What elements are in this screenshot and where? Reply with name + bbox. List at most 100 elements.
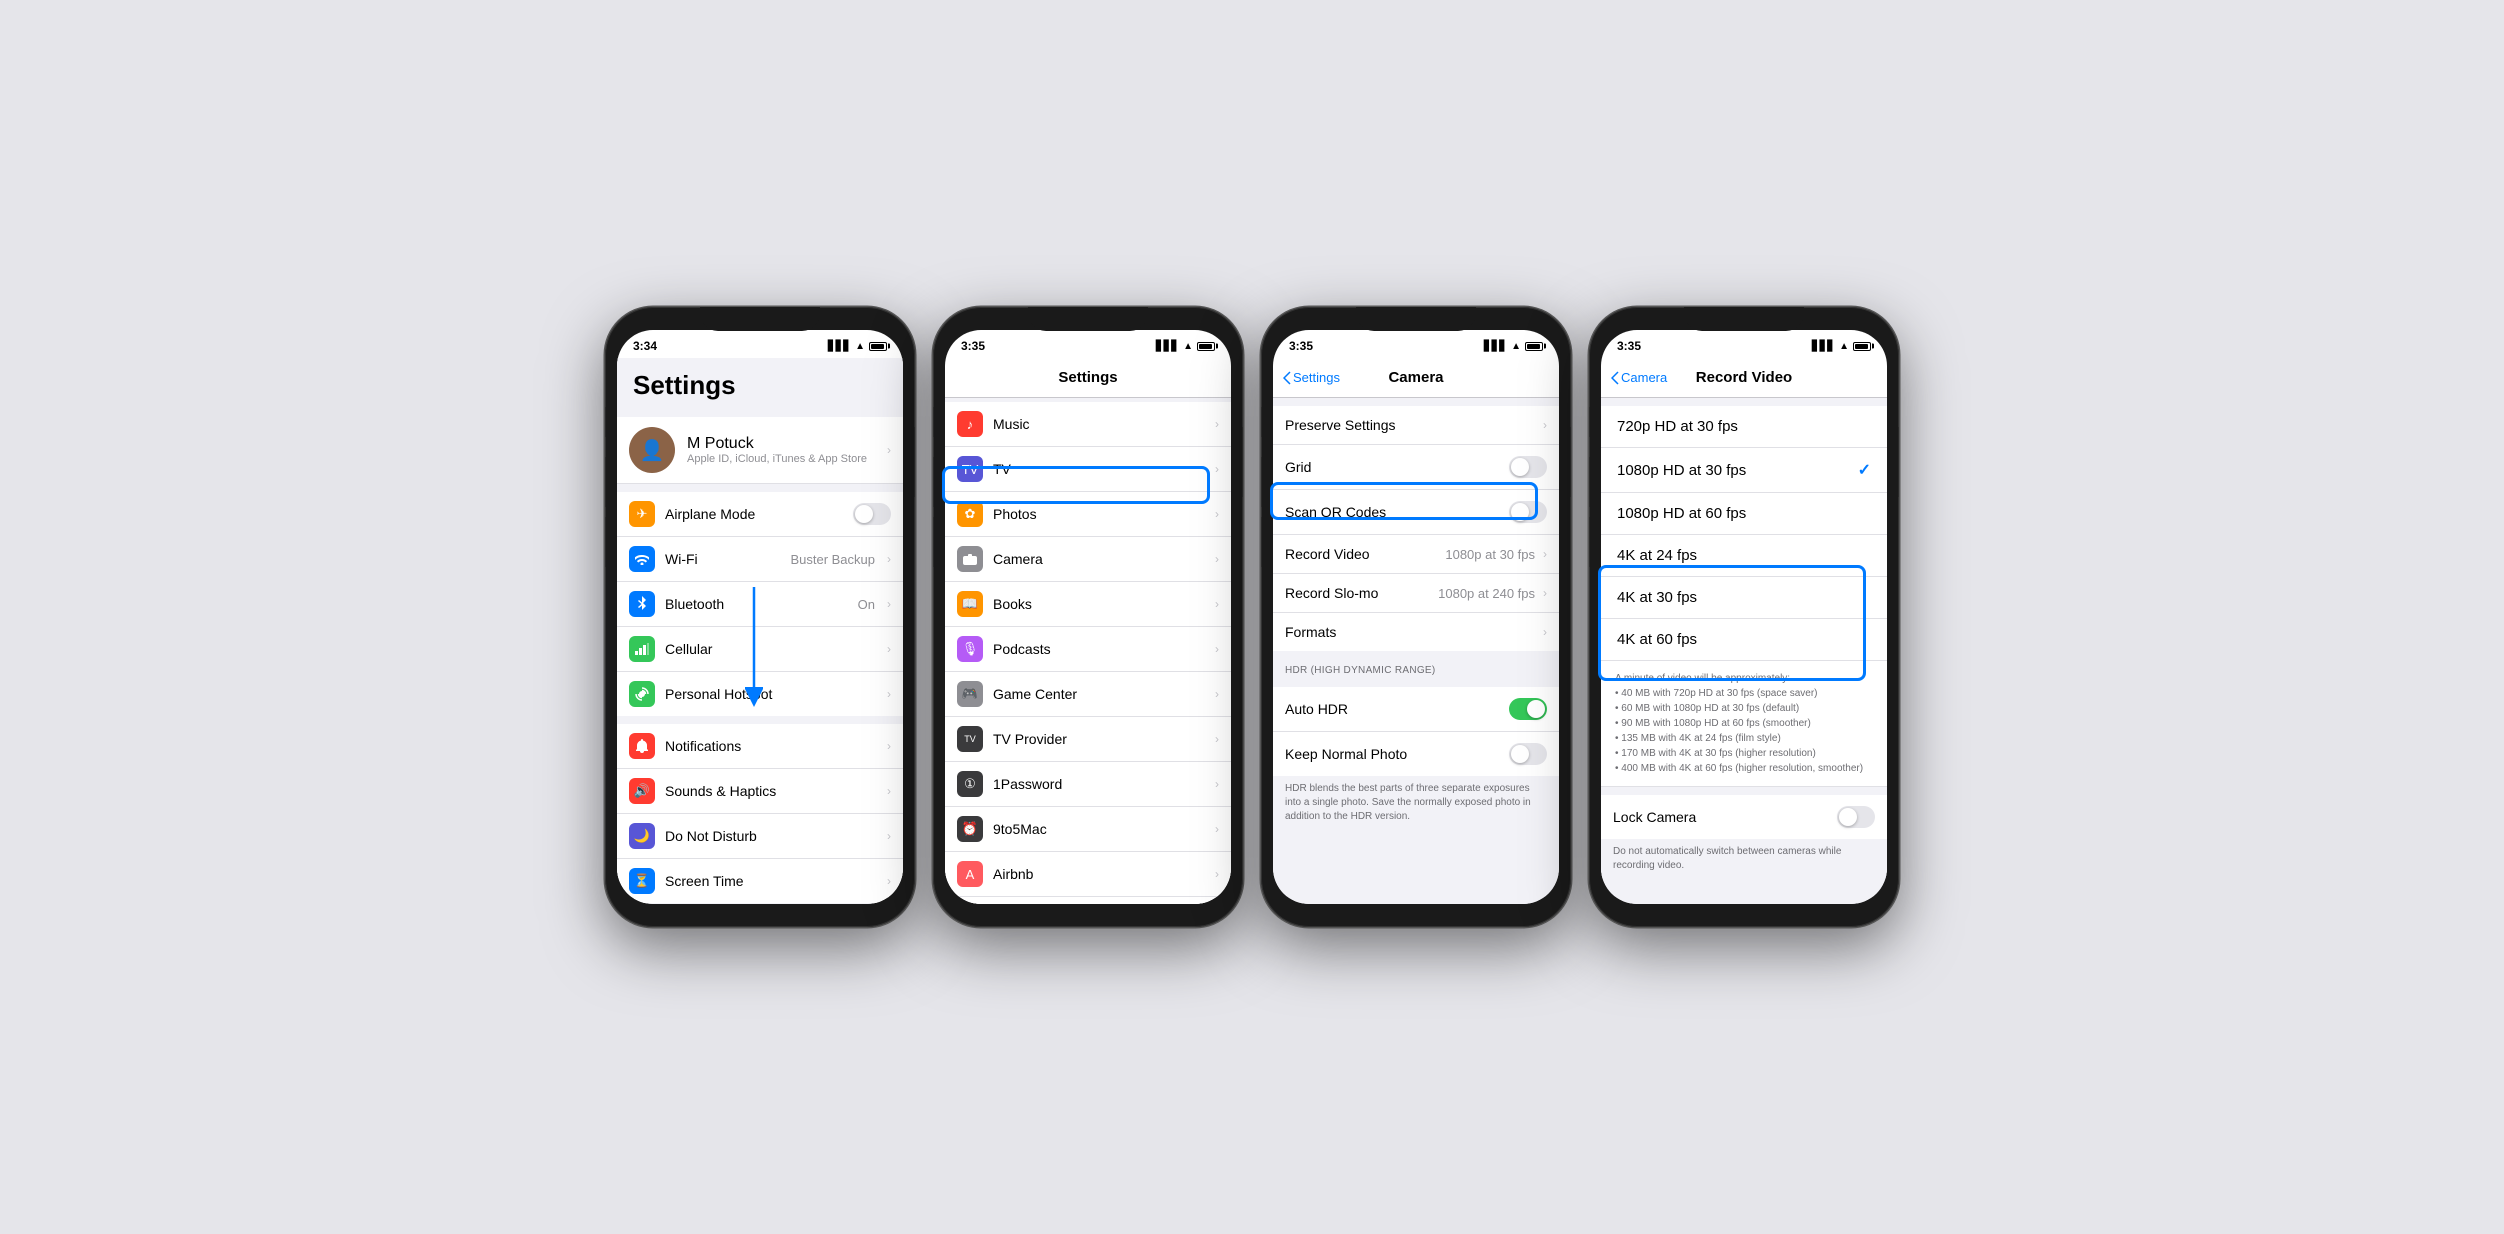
gamecenter-icon: 🎮	[957, 681, 983, 707]
option-4k-24[interactable]: 4K at 24 fps	[1601, 535, 1887, 577]
sounds-label: Sounds & Haptics	[665, 783, 875, 799]
camera-label: Camera	[993, 551, 1203, 567]
tv-item[interactable]: TV TV ›	[945, 447, 1231, 492]
formats-item[interactable]: Formats ›	[1273, 613, 1559, 651]
screen-time-label: Screen Time	[665, 873, 875, 889]
wifi-item[interactable]: Wi-Fi Buster Backup ›	[617, 537, 903, 582]
tvprovider-icon: TV	[957, 726, 983, 752]
cellular-item[interactable]: Cellular ›	[617, 627, 903, 672]
avatar: 👤	[629, 427, 675, 473]
option-1080p-60[interactable]: 1080p HD at 60 fps	[1601, 493, 1887, 535]
lock-camera-toggle[interactable]	[1837, 806, 1875, 828]
keep-normal-item[interactable]: Keep Normal Photo	[1273, 732, 1559, 776]
9to5mac-icon: ⏰	[957, 816, 983, 842]
record-video-item[interactable]: Record Video 1080p at 30 fps ›	[1273, 535, 1559, 574]
9to5mac-item[interactable]: ⏰ 9to5Mac ›	[945, 807, 1231, 852]
1password-label: 1Password	[993, 776, 1203, 792]
airbnb-icon: A	[957, 861, 983, 887]
record-video-label: Record Video	[1285, 546, 1437, 562]
hotspot-item[interactable]: Personal Hotspot ›	[617, 672, 903, 716]
wifi-chevron: ›	[887, 552, 891, 566]
scan-qr-toggle[interactable]	[1509, 501, 1547, 523]
nav-bar-3: Settings Camera	[1273, 358, 1559, 398]
sounds-icon: 🔊	[629, 778, 655, 804]
notifications-item[interactable]: Notifications ›	[617, 724, 903, 769]
notch-1	[700, 307, 820, 331]
lock-camera-label: Lock Camera	[1613, 809, 1829, 825]
phone-2-screen: 3:35 ▋▋▋ ▲ Settings ♪ Music › TV TV	[945, 330, 1231, 904]
hdr-header: HDR (HIGH DYNAMIC RANGE)	[1273, 659, 1559, 679]
1password-item[interactable]: ① 1Password ›	[945, 762, 1231, 807]
option-4k-30[interactable]: 4K at 30 fps	[1601, 577, 1887, 619]
wifi-icon-3: ▲	[1511, 341, 1521, 352]
bluetooth-item[interactable]: Bluetooth On ›	[617, 582, 903, 627]
option-1080p-30-label: 1080p HD at 30 fps	[1617, 462, 1858, 479]
keep-normal-toggle[interactable]	[1509, 743, 1547, 765]
gamecenter-item[interactable]: 🎮 Game Center ›	[945, 672, 1231, 717]
video-info-box: A minute of video will be approximately:…	[1601, 661, 1887, 787]
phone-4: 3:35 ▋▋▋ ▲ Camera Record Video 720p HD a…	[1589, 307, 1899, 927]
record-slo-mo-value: 1080p at 240 fps	[1438, 586, 1535, 601]
option-4k-60[interactable]: 4K at 60 fps	[1601, 619, 1887, 661]
signal-icon-3: ▋▋▋	[1484, 341, 1507, 352]
notifications-section: Notifications › 🔊 Sounds & Haptics › 🌙 D…	[617, 724, 903, 903]
tv-icon: TV	[957, 456, 983, 482]
photos-item[interactable]: ✿ Photos ›	[945, 492, 1231, 537]
signal-icon-1: ▋▋▋	[828, 341, 851, 352]
airplane-mode-item[interactable]: ✈ Airplane Mode	[617, 492, 903, 537]
screen-content-2: ♪ Music › TV TV › ✿ Photos ›	[945, 398, 1231, 904]
nav-back-3[interactable]: Settings	[1283, 370, 1340, 385]
auto-hdr-label: Auto HDR	[1285, 701, 1501, 717]
record-slo-mo-item[interactable]: Record Slo-mo 1080p at 240 fps ›	[1273, 574, 1559, 613]
music-item[interactable]: ♪ Music ›	[945, 402, 1231, 447]
status-icons-4: ▋▋▋ ▲	[1812, 341, 1871, 352]
dnd-item[interactable]: 🌙 Do Not Disturb ›	[617, 814, 903, 859]
keep-normal-label: Keep Normal Photo	[1285, 746, 1501, 762]
bluetooth-value: On	[858, 597, 875, 612]
grid-item[interactable]: Grid	[1273, 445, 1559, 490]
lock-camera-item[interactable]: Lock Camera	[1601, 795, 1887, 839]
airplane-mode-toggle[interactable]	[853, 503, 891, 525]
status-bar-3: 3:35 ▋▋▋ ▲	[1273, 330, 1559, 358]
status-icons-1: ▋▋▋ ▲	[828, 341, 887, 352]
wifi-icon-2: ▲	[1183, 341, 1193, 352]
screen-content-3: Preserve Settings › Grid Scan QR Codes R…	[1273, 398, 1559, 904]
wifi-label: Wi-Fi	[665, 551, 780, 567]
grid-toggle[interactable]	[1509, 456, 1547, 478]
profile-section: 👤 M Potuck Apple ID, iCloud, iTunes & Ap…	[617, 417, 903, 484]
status-icons-2: ▋▋▋ ▲	[1156, 341, 1215, 352]
lock-camera-desc: Do not automatically switch between came…	[1601, 839, 1887, 879]
profile-info: M Potuck Apple ID, iCloud, iTunes & App …	[687, 435, 873, 465]
battery-icon-4	[1853, 342, 1871, 351]
phone-1-screen: 3:34 ▋▋▋ ▲ Settings 👤 M Potuck Apple ID,…	[617, 330, 903, 904]
photos-label: Photos	[993, 506, 1203, 522]
books-item[interactable]: 📖 Books ›	[945, 582, 1231, 627]
nav-bar-4: Camera Record Video	[1601, 358, 1887, 398]
screen-time-item[interactable]: ⏳ Screen Time ›	[617, 859, 903, 903]
profile-item[interactable]: 👤 M Potuck Apple ID, iCloud, iTunes & Ap…	[617, 417, 903, 484]
tvprovider-item[interactable]: TV TV Provider ›	[945, 717, 1231, 762]
camera-item[interactable]: Camera ›	[945, 537, 1231, 582]
nav-title-4: Record Video	[1696, 369, 1792, 386]
auto-hdr-toggle[interactable]	[1509, 698, 1547, 720]
preserve-settings-item[interactable]: Preserve Settings ›	[1273, 406, 1559, 445]
phone-3-screen: 3:35 ▋▋▋ ▲ Settings Camera Preserve Sett…	[1273, 330, 1559, 904]
tvprovider-label: TV Provider	[993, 731, 1203, 747]
screen-time-icon: ⏳	[629, 868, 655, 894]
connectivity-section: ✈ Airplane Mode Wi-Fi Buster Backup ›	[617, 492, 903, 716]
nav-back-4[interactable]: Camera	[1611, 370, 1667, 385]
auto-hdr-item[interactable]: Auto HDR	[1273, 687, 1559, 732]
status-bar-1: 3:34 ▋▋▋ ▲	[617, 330, 903, 358]
airplane-mode-icon: ✈	[629, 501, 655, 527]
scan-qr-item[interactable]: Scan QR Codes	[1273, 490, 1559, 535]
podcasts-item[interactable]: 🎙 Podcasts ›	[945, 627, 1231, 672]
option-1080p-30[interactable]: 1080p HD at 30 fps ✓	[1601, 448, 1887, 493]
photos-icon: ✿	[957, 501, 983, 527]
screen-time-chevron: ›	[887, 874, 891, 888]
profile-sub: Apple ID, iCloud, iTunes & App Store	[687, 453, 873, 465]
amazon-item[interactable]: amzn Amazon ›	[945, 897, 1231, 904]
wifi-icon	[629, 546, 655, 572]
sounds-item[interactable]: 🔊 Sounds & Haptics ›	[617, 769, 903, 814]
airbnb-item[interactable]: A Airbnb ›	[945, 852, 1231, 897]
option-720p-30[interactable]: 720p HD at 30 fps	[1601, 406, 1887, 448]
